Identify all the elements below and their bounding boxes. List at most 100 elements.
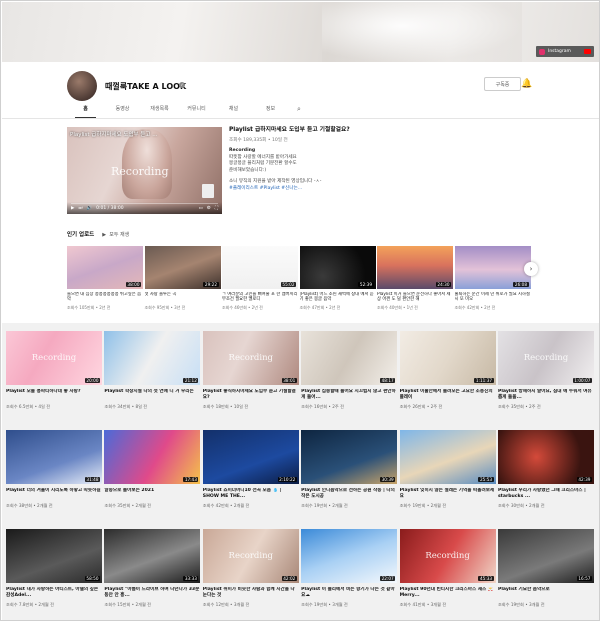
featured-tags[interactable]: #플레이리스트 #Playlist #신나는... xyxy=(229,186,489,193)
video-thumbnail[interactable]: 1:11:37 xyxy=(399,331,496,385)
video-title[interactable]: Playlist 기묘한 음악으로 xyxy=(498,587,594,599)
video-thumbnail[interactable]: 25:53 xyxy=(399,430,496,484)
chevron-right-icon[interactable]: › xyxy=(524,262,538,276)
tab-home[interactable]: 홈 xyxy=(67,102,104,119)
video-item[interactable]: 42:39 Playlist 우리가 사랑했던 그때 크리스마스 | starbu… xyxy=(497,430,594,529)
fullscreen-icon[interactable]: ⛶ xyxy=(215,205,218,211)
video-thumbnail[interactable]: 21:12 xyxy=(104,331,201,385)
video-item[interactable]: 1:11:37 Playlist 이불안에서 들려오는 고요한 조용진의 플레이 조… xyxy=(399,331,496,430)
bell-icon[interactable]: 🔔 xyxy=(521,79,532,89)
video-thumbnail[interactable]: 55:02 xyxy=(222,246,298,289)
video-meta: 조회수 6.5만회 • 4일 전 xyxy=(6,404,51,409)
tab-about[interactable]: 정보 xyxy=(252,102,289,118)
video-item[interactable]: Recording 1:00:07 Playlist 방해하지 말아요, 침대 에 … xyxy=(497,331,594,430)
popular-video-item[interactable]: 29:22 첫 사랑 플루는 곡 조회수 95만회 • 3년 전 xyxy=(144,246,221,311)
video-title[interactable]: Playlist 오늘 흥파티하다데 좋 사랑? xyxy=(6,389,102,401)
tab-videos[interactable]: 동영상 xyxy=(104,102,141,118)
next-icon[interactable]: ⏭ xyxy=(78,205,82,211)
tab-community[interactable]: 커뮤니티 xyxy=(178,102,215,118)
video-item[interactable]: 17:43 알송으로 돌아보는 2021 조회수 35만회 • 2개월 전 xyxy=(104,430,201,529)
video-thumbnail[interactable]: 48:17 xyxy=(301,331,398,385)
play-all-button[interactable]: ▶ 모두 재생 xyxy=(102,231,129,238)
video-item[interactable]: 25:53 Playlist 잊히지 않는 설레는 기억을 떠올려보세요 조회수 1… xyxy=(399,430,496,529)
captions-icon[interactable]: ▭ xyxy=(199,206,203,211)
progress-bar[interactable] xyxy=(71,203,218,204)
video-title[interactable]: Playlist 학창시절 나의 첫 연애 니 거 우리는 xyxy=(104,389,200,401)
popular-video-item[interactable]: 38:00 들으면 내 심장 콩콩콩콩콩콩 뛰고싶은 음악 조회수 105만회 • … xyxy=(67,246,143,311)
video-thumbnail[interactable]: 42:39 xyxy=(497,430,594,484)
video-title[interactable]: Playlist 내가 사랑하는 아티스트, 아델의 깊은 감성Adel... xyxy=(6,587,102,599)
video-item[interactable]: 21:12 Playlist 학창시절 나의 첫 연애 니 거 우리는 조회수 34… xyxy=(104,331,201,430)
featured-title[interactable]: Playlist 급하지마세요 도입부 듣고 기절할걸요? xyxy=(229,127,489,134)
video-title[interactable]: 들으면 내 심장 콩콩콩콩콩콩 뛰고싶은 음악 xyxy=(67,292,143,303)
video-thumbnail[interactable]: 30:39 xyxy=(301,430,398,484)
popular-video-item[interactable]: 55:02 ㄱ 여러분의 고민을 뻐여줄 포 한 멤버끼리 무조건 필요한 멜로디… xyxy=(222,246,298,311)
video-thumbnail[interactable]: 16:57 xyxy=(497,529,594,583)
subscribe-button[interactable]: 구독중 xyxy=(484,77,521,91)
play-icon[interactable]: ▶ xyxy=(71,206,74,211)
video-title[interactable]: Playlist 쇼미더머니10 전곡 모음 💧 | SHOW ME THE..… xyxy=(203,488,299,500)
channel-avatar[interactable] xyxy=(67,71,97,101)
video-thumbnail[interactable]: Recording 45:33 xyxy=(399,529,496,583)
video-title[interactable]: ㄱ 여러분의 고민을 뻐여줄 포 한 멤버끼리 무조건 필요한 멜로디 xyxy=(222,292,298,303)
video-item[interactable]: Recording 38:01 Playlist 좋직하지마세요 도입부 듣고 기절… xyxy=(202,331,299,430)
video-item[interactable]: 58:50 Playlist 내가 사랑하는 아티스트, 아델의 깊은 감성Ade… xyxy=(6,529,102,620)
popular-video-item[interactable]: 26:08 출퇴하는 순간 이제 넌 위로가 필요 지하철 시 또 미오 조회수 4… xyxy=(454,246,531,311)
video-item[interactable]: 31:48 Playlist 너의 겨울이 시리도록 하얗고 따듯하길 조회수 38… xyxy=(6,430,102,529)
video-thumbnail[interactable]: 29:22 xyxy=(144,246,221,289)
settings-icon[interactable]: ⚙ xyxy=(207,206,211,211)
social-links[interactable]: Instagram xyxy=(536,46,594,57)
video-thumbnail[interactable]: 2:10:22 xyxy=(202,430,299,484)
video-item[interactable]: 2:10:22 Playlist 쇼미더머니10 전곡 모음 💧 | SHOW M… xyxy=(202,430,299,529)
video-item[interactable]: 48:17 Playlist 집중할때 들어요 시끄럽지 않고 편안하게 들어..… xyxy=(301,331,398,430)
video-title[interactable]: Playlist 이 플리에서 비는 향기가 나는 것 같아요☁ xyxy=(301,587,397,599)
video-item[interactable]: Recording 20:00 Playlist 오늘 흥파티하다데 좋 사랑? 조회… xyxy=(6,331,102,430)
popular-video-item[interactable]: 24:30 Playlist 이거 들으면 운전하다 좋아서 세상 어쩐 도 덜 … xyxy=(377,246,453,311)
video-item[interactable]: 30:39 Playlist 인디음악으로 전하는 공원 작동 | 나의 작은 도… xyxy=(301,430,398,529)
search-icon[interactable]: ⌕ xyxy=(289,102,309,118)
video-thumbnail[interactable]: 33:33 xyxy=(104,529,201,583)
video-title[interactable]: Playlist 잊히지 않는 설레는 기억을 떠올려보세요 xyxy=(400,488,496,500)
thumbnail-overlay-text: Recording xyxy=(523,353,569,363)
video-thumbnail[interactable]: 38:00 xyxy=(67,246,143,289)
video-thumbnail[interactable]: 17:43 xyxy=(104,430,201,484)
video-item[interactable]: Recording 45:33 Playlist 90년대 빈티지한 크리스마스 재… xyxy=(399,529,496,620)
video-thumbnail[interactable]: Recording 42:02 xyxy=(202,529,299,583)
video-thumbnail[interactable]: 31:48 xyxy=(6,430,102,484)
featured-video-player[interactable]: Playlist 급하지마세요 도입부 듣고 ... Recording ▶ ⏭… xyxy=(67,127,222,214)
video-title[interactable]: Playlist 90년대 빈티지한 크리스마스 재즈 🎅 Merry... xyxy=(400,587,496,599)
video-title[interactable]: Playlist "아름이 드라이브 하며 나던다가 33분 동안 안 흥... xyxy=(104,587,200,599)
video-thumbnail[interactable]: 58:50 xyxy=(6,529,102,583)
video-title[interactable]: Playlist 인디음악으로 전하는 공원 작동 | 나의 작은 도시공 xyxy=(301,488,397,500)
popular-video-item[interactable]: 52:39 [Playlist] 어느 조린 새벽에 창대 에서 듣기 좋은 몽글… xyxy=(299,246,376,311)
video-meta: 조회수 35만회 • 2주 전 xyxy=(497,404,541,409)
video-title[interactable]: 알송으로 돌아보는 2021 xyxy=(104,488,200,500)
video-item[interactable]: 33:33 Playlist "아름이 드라이브 하며 나던다가 33분 동안 안… xyxy=(104,529,201,620)
video-thumbnail[interactable]: Recording 20:00 xyxy=(6,331,102,385)
video-item[interactable]: 22:07 Playlist 이 플리에서 비는 향기가 나는 것 같아요☁ 조회수… xyxy=(301,529,398,620)
tab-channels[interactable]: 채널 xyxy=(215,102,252,118)
video-title[interactable]: 첫 사랑 플루는 곡 xyxy=(145,292,221,303)
tab-playlists[interactable]: 재생목록 xyxy=(141,102,178,118)
video-item[interactable]: 16:57 Playlist 기묘한 음악으로 조회수 19만회 • 3개월 전 xyxy=(497,529,594,620)
volume-icon[interactable]: 🔊 xyxy=(87,206,93,211)
video-title[interactable]: Playlist 방해하지 말아요, 침대 에 누워서 여유롭게 들을... xyxy=(498,389,594,401)
video-title[interactable]: Playlist 좋직하지마세요 도입부 듣고 기절할걸요? xyxy=(203,389,299,401)
video-title[interactable]: Playlist 이불안에서 들려오는 고요한 조용진의 플레이 xyxy=(400,389,496,401)
video-thumbnail[interactable]: 22:07 xyxy=(301,529,398,583)
video-title[interactable]: Playlist 집중할때 들어요 시끄럽지 않고 편안하게 들어... xyxy=(301,389,397,401)
video-thumbnail[interactable]: 52:39 xyxy=(299,246,376,289)
video-item[interactable]: Recording 42:02 Playlist 취미가 비슷한 사람과 함께 시간… xyxy=(202,529,299,620)
video-title[interactable]: Playlist 취미가 비슷한 사람과 함께 시간을 나눈다는 것 xyxy=(203,587,299,599)
video-thumbnail[interactable]: Recording 1:00:07 xyxy=(497,331,594,385)
video-title[interactable]: Playlist 너의 겨울이 시리도록 하얗고 따듯하길 xyxy=(6,488,102,500)
video-title[interactable]: [Playlist] 어느 조린 새벽에 창대 에서 듣기 좋은 몽글 음악 xyxy=(300,292,376,303)
video-thumbnail[interactable]: Recording 38:01 xyxy=(202,331,299,385)
video-title[interactable]: 출퇴하는 순간 이제 넌 위로가 필요 지하철 시 또 미오 xyxy=(455,292,531,303)
video-title[interactable]: Playlist 우리가 사랑했던 그때 크리스마스 | starbucks .… xyxy=(498,488,594,500)
video-duration: 42:39 xyxy=(576,476,592,482)
video-title[interactable]: Playlist 이거 들으면 운전하다 좋아서 세상 어쩐 도 덜 편안한 해 xyxy=(377,292,453,303)
video-thumbnail[interactable]: 24:30 xyxy=(377,246,453,289)
video-thumbnail[interactable]: 26:08 xyxy=(454,246,531,289)
play-all-label: 모두 재생 xyxy=(109,231,130,238)
